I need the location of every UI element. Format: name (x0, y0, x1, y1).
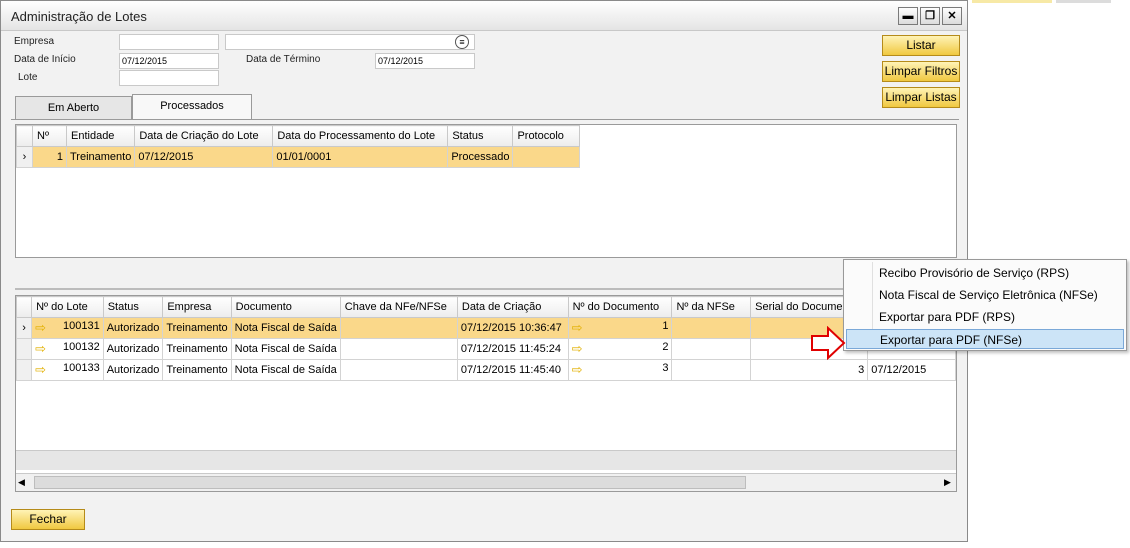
cell-serial: 3 (750, 359, 869, 381)
menu-item-recibo-rps[interactable]: Recibo Provisório de Serviço (RPS) (846, 263, 1124, 283)
empresa-label: Empresa (14, 36, 55, 47)
red-arrow-annotation-icon (811, 326, 846, 360)
empresa-name-field[interactable] (225, 34, 475, 50)
link-arrow-icon[interactable]: ⇨ (572, 362, 583, 378)
cell-num: 1 (32, 146, 67, 168)
tab-processados[interactable]: Processados (132, 94, 252, 120)
docs-grid-corner (16, 296, 33, 318)
scroll-left-icon[interactable]: ◀ (18, 477, 25, 488)
cell-criacao: 07/12/2015 (134, 146, 274, 168)
chevron-right-icon[interactable]: › (16, 317, 33, 339)
col-status[interactable]: Status (447, 125, 514, 147)
splitter-handle[interactable] (15, 288, 957, 290)
cell-status: Autorizado (102, 359, 164, 381)
data-termino-field[interactable]: 07/12/2015 (375, 53, 475, 69)
link-arrow-icon[interactable]: ⇨ (572, 320, 583, 336)
limpar-filtros-button[interactable]: Limpar Filtros (882, 61, 960, 82)
cell-chave (339, 359, 458, 381)
limpar-listas-button[interactable]: Limpar Listas (882, 87, 960, 108)
col-entidade[interactable]: Entidade (65, 125, 136, 147)
grid-footer (16, 450, 956, 470)
data-inicio-label: Data de Início (14, 54, 76, 65)
maximize-button[interactable]: ❐ (920, 7, 940, 25)
link-arrow-icon[interactable]: ⇨ (35, 341, 46, 357)
cell-lote: 100132 (63, 341, 100, 353)
title-bar[interactable]: Administração de Lotes ▬ ❐ ✕ (1, 1, 967, 31)
link-arrow-icon[interactable]: ⇨ (35, 320, 46, 336)
cell-criacao: 07/12/2015 11:45:24 (456, 338, 569, 360)
lote-label: Lote (18, 72, 38, 83)
menu-item-export-pdf-rps[interactable]: Exportar para PDF (RPS) (846, 307, 1124, 327)
row-header[interactable] (16, 338, 33, 360)
context-menu[interactable]: Recibo Provisório de Serviço (RPS) Nota … (843, 259, 1127, 351)
data-termino-label: Data de Término (246, 54, 321, 65)
col-protocolo[interactable]: Protocolo (512, 125, 581, 147)
minimize-button[interactable]: ▬ (898, 7, 918, 25)
close-button[interactable]: ✕ (942, 7, 962, 25)
cell-criacao: 07/12/2015 11:45:40 (456, 359, 569, 381)
menu-item-export-pdf-nfse[interactable]: Exportar para PDF (NFSe) (846, 329, 1124, 349)
link-arrow-icon[interactable]: ⇨ (35, 362, 46, 378)
cell-empresa: Treinamento (162, 317, 232, 339)
cell-documento: Nota Fiscal de Saída (230, 317, 341, 339)
scroll-right-icon[interactable]: ▶ (944, 477, 951, 488)
row-header[interactable] (16, 359, 33, 381)
menu-item-nfse[interactable]: Nota Fiscal de Serviço Eletrônica (NFSe) (846, 285, 1124, 305)
col-num-lote[interactable]: Nº do Lote (31, 296, 104, 318)
link-arrow-icon[interactable]: ⇨ (572, 341, 583, 357)
chevron-right-icon[interactable]: › (16, 146, 33, 168)
cell-criacao: 07/12/2015 10:36:47 (456, 317, 569, 339)
list-icon[interactable]: ≡ (455, 35, 469, 49)
batch-admin-window: Administração de Lotes ▬ ❐ ✕ Empresa ≡ D… (0, 0, 968, 542)
cell-entidade: Treinamento (65, 146, 136, 168)
cell-num-doc: 3 (662, 362, 669, 374)
cell-lote: 100131 (63, 320, 100, 332)
col-documento[interactable]: Documento (230, 296, 341, 318)
background-strip (972, 0, 1052, 3)
lotes-grid[interactable]: Nº Entidade Data de Criação do Lote Data… (15, 124, 957, 258)
col-chave[interactable]: Chave da NFe/NFSe (339, 296, 458, 318)
col-num[interactable]: Nº (32, 125, 67, 147)
cell-nfse (671, 359, 752, 381)
documentos-grid[interactable]: Nº do Lote Status Empresa Documento Chav… (15, 295, 957, 492)
cell-status: Autorizado (102, 338, 164, 360)
data-inicio-field[interactable]: 07/12/2015 (119, 53, 219, 69)
cell-num-doc: 2 (662, 341, 669, 353)
fechar-button[interactable]: Fechar (11, 509, 85, 530)
table-row[interactable]: › 1 Treinamento 07/12/2015 01/01/0001 Pr… (16, 146, 581, 168)
cell-lote: 100133 (63, 362, 100, 374)
cell-chave (339, 317, 458, 339)
col-num-documento[interactable]: Nº do Documento (567, 296, 673, 318)
col-empresa[interactable]: Empresa (162, 296, 232, 318)
listar-button[interactable]: Listar (882, 35, 960, 56)
col-data-processamento-lote[interactable]: Data do Processamento do Lote (272, 125, 449, 147)
cell-processamento: 01/01/0001 (272, 146, 449, 168)
horizontal-scrollbar[interactable]: ◀ ▶ (16, 473, 956, 491)
empresa-code-field[interactable] (119, 34, 219, 50)
tab-panel-border (11, 119, 959, 120)
col-data-criacao-lote[interactable]: Data de Criação do Lote (134, 125, 274, 147)
cell-extra: 07/12/2015 (867, 359, 956, 381)
cell-empresa: Treinamento (162, 359, 232, 381)
cell-documento: Nota Fiscal de Saída (230, 359, 341, 381)
background-strip (1056, 0, 1111, 3)
cell-nfse (671, 317, 752, 339)
col-data-criacao[interactable]: Data de Criação (456, 296, 569, 318)
lote-field[interactable] (119, 70, 219, 86)
cell-empresa: Treinamento (162, 338, 232, 360)
cell-num-doc: 1 (662, 320, 669, 332)
cell-nfse (671, 338, 752, 360)
cell-status: Autorizado (102, 317, 164, 339)
scrollbar-thumb[interactable] (34, 476, 746, 489)
tab-em-aberto[interactable]: Em Aberto (15, 96, 132, 120)
col-status[interactable]: Status (102, 296, 164, 318)
lotes-grid-corner (16, 125, 33, 147)
cell-chave (339, 338, 458, 360)
cell-protocolo (512, 146, 581, 168)
col-num-nfse[interactable]: Nº da NFSe (671, 296, 752, 318)
cell-documento: Nota Fiscal de Saída (230, 338, 341, 360)
cell-status: Processado (447, 146, 514, 168)
window-title: Administração de Lotes (11, 9, 147, 24)
table-row[interactable]: ⇨ 100133 Autorizado Treinamento Nota Fisc… (16, 359, 956, 381)
